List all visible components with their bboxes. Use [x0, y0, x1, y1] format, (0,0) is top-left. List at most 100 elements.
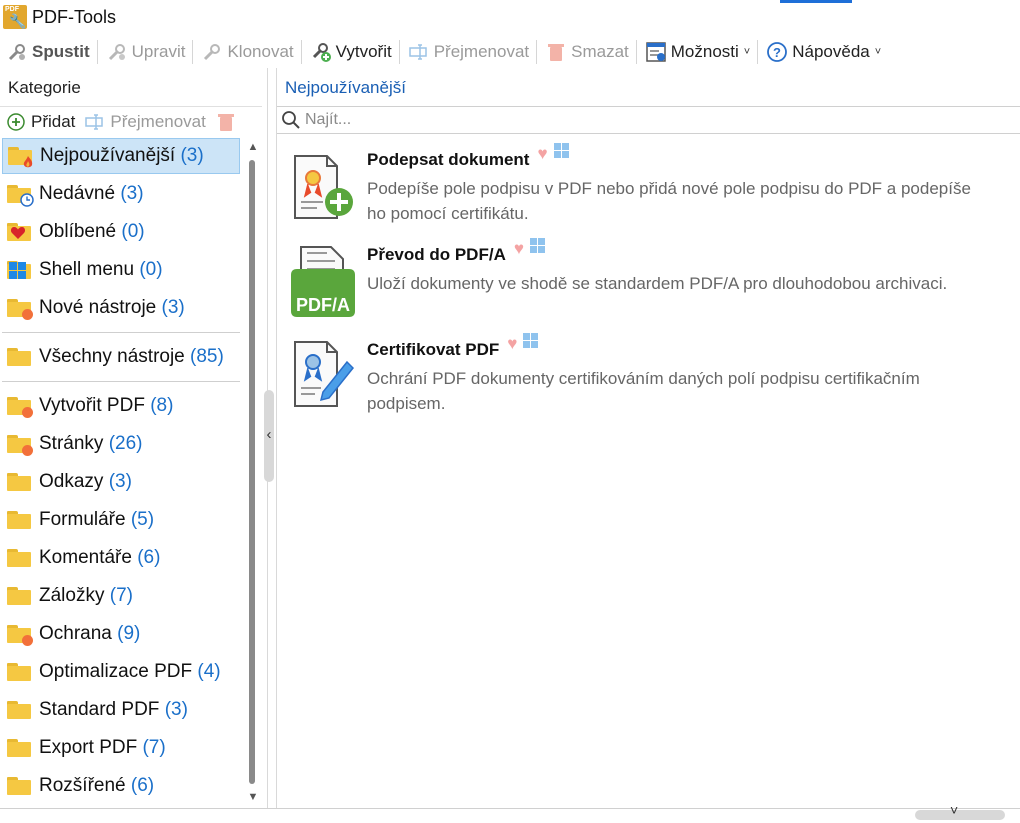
folder-icon — [7, 663, 31, 681]
scroll-thumb[interactable] — [249, 160, 255, 784]
category-bookmarks[interactable]: Záložky (7) — [2, 578, 240, 614]
help-button[interactable]: ? Nápověda ˅ — [760, 37, 886, 67]
category-links[interactable]: Odkazy (3) — [2, 464, 240, 500]
tool-item-certify-pdf[interactable]: Certifikovat PDF ♥ Ochrání PDF dokumenty… — [287, 332, 987, 424]
tool-description: Ochrání PDF dokumenty certifikováním dan… — [367, 369, 920, 413]
pane-splitter[interactable]: ‹ — [262, 390, 276, 482]
svg-text:?: ? — [773, 45, 781, 60]
search-input[interactable] — [305, 111, 905, 129]
category-optimize-pdf[interactable]: Optimalizace PDF (4) — [2, 654, 240, 690]
tool-name: Podepsat dokument — [367, 149, 530, 169]
options-checklist-icon — [644, 41, 668, 63]
search-box[interactable] — [277, 106, 1020, 134]
category-comments[interactable]: Komentáře (6) — [2, 540, 240, 576]
folder-icon — [7, 777, 31, 795]
category-forms[interactable]: Formuláře (5) — [2, 502, 240, 538]
scroll-up-arrow-icon[interactable]: ▲ — [244, 138, 262, 156]
window-title: PDF-Tools — [32, 7, 117, 27]
favorite-heart-icon[interactable]: ♥ — [507, 334, 517, 354]
wrench-edit-icon — [105, 41, 129, 63]
category-favorites[interactable]: Oblíbené (0) — [2, 214, 240, 250]
chevron-down-icon[interactable]: ˅ — [950, 802, 958, 818]
category-all-tools[interactable]: Všechny nástroje (85) — [2, 339, 240, 375]
heart-folder-icon — [7, 223, 31, 241]
toolbar-separator — [635, 40, 637, 64]
folder-icon — [7, 435, 33, 456]
tool-description: Uloží dokumenty ve shodě se standardem P… — [367, 274, 948, 293]
folder-icon — [7, 625, 33, 646]
windows-shell-icon[interactable] — [523, 333, 539, 354]
tool-description: Podepíše pole podpisu v PDF nebo přidá n… — [367, 179, 971, 223]
help-question-icon: ? — [765, 41, 789, 63]
category-divider — [2, 381, 240, 382]
category-standard-pdf[interactable]: Standard PDF (3) — [2, 692, 240, 728]
folder-icon — [7, 397, 33, 418]
tool-item-convert-pdfa[interactable]: PDF/A Převod do PDF/A ♥ Uloží dokumenty … — [287, 237, 987, 329]
certify-pen-icon — [287, 336, 359, 416]
tool-name: Certifikovat PDF — [367, 339, 500, 359]
pdfa-document-icon: PDF/A — [287, 241, 359, 321]
category-advanced[interactable]: Rozšířené (6) — [2, 768, 240, 804]
delete-button[interactable]: Smazat — [539, 37, 634, 67]
rename-button[interactable]: Přejmenovat — [402, 37, 534, 67]
run-button[interactable]: Spustit — [0, 37, 95, 67]
edit-button[interactable]: Upravit — [100, 37, 191, 67]
wrench-clone-icon — [200, 41, 224, 63]
favorite-heart-icon[interactable]: ♥ — [514, 239, 524, 259]
pdfa-label: PDF/A — [296, 295, 350, 315]
title-bar: PDF 🔧 PDF-Tools — [0, 0, 1020, 34]
category-create-pdf[interactable]: Vytvořit PDF (8) — [2, 388, 240, 424]
windows-shell-icon[interactable] — [553, 143, 570, 164]
bottom-border — [0, 808, 1020, 823]
sign-certificate-add-icon — [287, 146, 359, 226]
category-pages[interactable]: Stránky (26) — [2, 426, 240, 462]
folder-icon — [7, 348, 31, 366]
clone-button[interactable]: Klonovat — [195, 37, 298, 67]
category-new-tools[interactable]: Nové nástroje (3) — [2, 290, 240, 326]
category-export-pdf[interactable]: Export PDF (7) — [2, 730, 240, 766]
folder-icon — [7, 549, 31, 567]
category-divider — [2, 332, 240, 333]
search-icon — [281, 110, 301, 130]
wrench-gear-icon — [5, 41, 29, 63]
title-accent-bar — [780, 0, 852, 3]
category-scrollbar[interactable]: ▲ ▼ — [244, 138, 262, 806]
folder-icon — [7, 739, 31, 757]
category-most-used[interactable]: Nejpoužívanější (3) — [2, 138, 240, 174]
bottom-splitter-grip[interactable] — [915, 810, 1005, 820]
chevron-down-icon: ˅ — [874, 46, 882, 58]
category-recent[interactable]: Nedávné (3) — [2, 176, 240, 212]
toolbar-separator — [398, 40, 400, 64]
main-toolbar: Spustit Upravit Klonovat Vytvořit Přejme… — [0, 36, 1020, 68]
trash-icon — [544, 41, 568, 63]
category-shell-menu[interactable]: Shell menu (0) — [2, 252, 240, 288]
toolbar-separator — [96, 40, 98, 64]
flame-folder-icon — [8, 147, 33, 168]
rename-field-icon — [407, 41, 431, 63]
tools-pane-title: Nejpoužívanější — [285, 78, 406, 97]
chevron-down-icon: ˅ — [743, 46, 751, 58]
chevron-left-icon[interactable]: ‹ — [262, 426, 276, 443]
folder-icon — [7, 701, 31, 719]
folder-icon — [7, 473, 31, 491]
category-list: Nejpoužívanější (3) Nedávné (3) Oblíbené… — [0, 68, 242, 808]
folder-icon — [7, 299, 33, 320]
toolbar-separator — [300, 40, 302, 64]
create-button[interactable]: Vytvořit — [304, 37, 397, 67]
wrench-add-icon — [309, 41, 333, 63]
clock-folder-icon — [7, 185, 34, 207]
windows-shell-icon[interactable] — [529, 238, 546, 259]
options-button[interactable]: Možnosti ˅ — [639, 37, 755, 67]
toolbar-separator — [757, 40, 759, 64]
favorite-heart-icon[interactable]: ♥ — [537, 144, 547, 164]
tools-pane: Nejpoužívanější Podepsat dokument ♥ — [276, 68, 1020, 808]
scroll-down-arrow-icon[interactable]: ▼ — [244, 788, 262, 806]
category-protection[interactable]: Ochrana (9) — [2, 616, 240, 652]
tool-name: Převod do PDF/A — [367, 244, 506, 264]
tool-item-sign-document[interactable]: Podepsat dokument ♥ Podepíše pole podpis… — [287, 142, 987, 234]
toolbar-separator — [536, 40, 538, 64]
pdf-tools-app-icon: PDF 🔧 — [3, 5, 27, 29]
folder-icon — [7, 511, 31, 529]
folder-icon — [7, 587, 31, 605]
toolbar-separator — [192, 40, 194, 64]
